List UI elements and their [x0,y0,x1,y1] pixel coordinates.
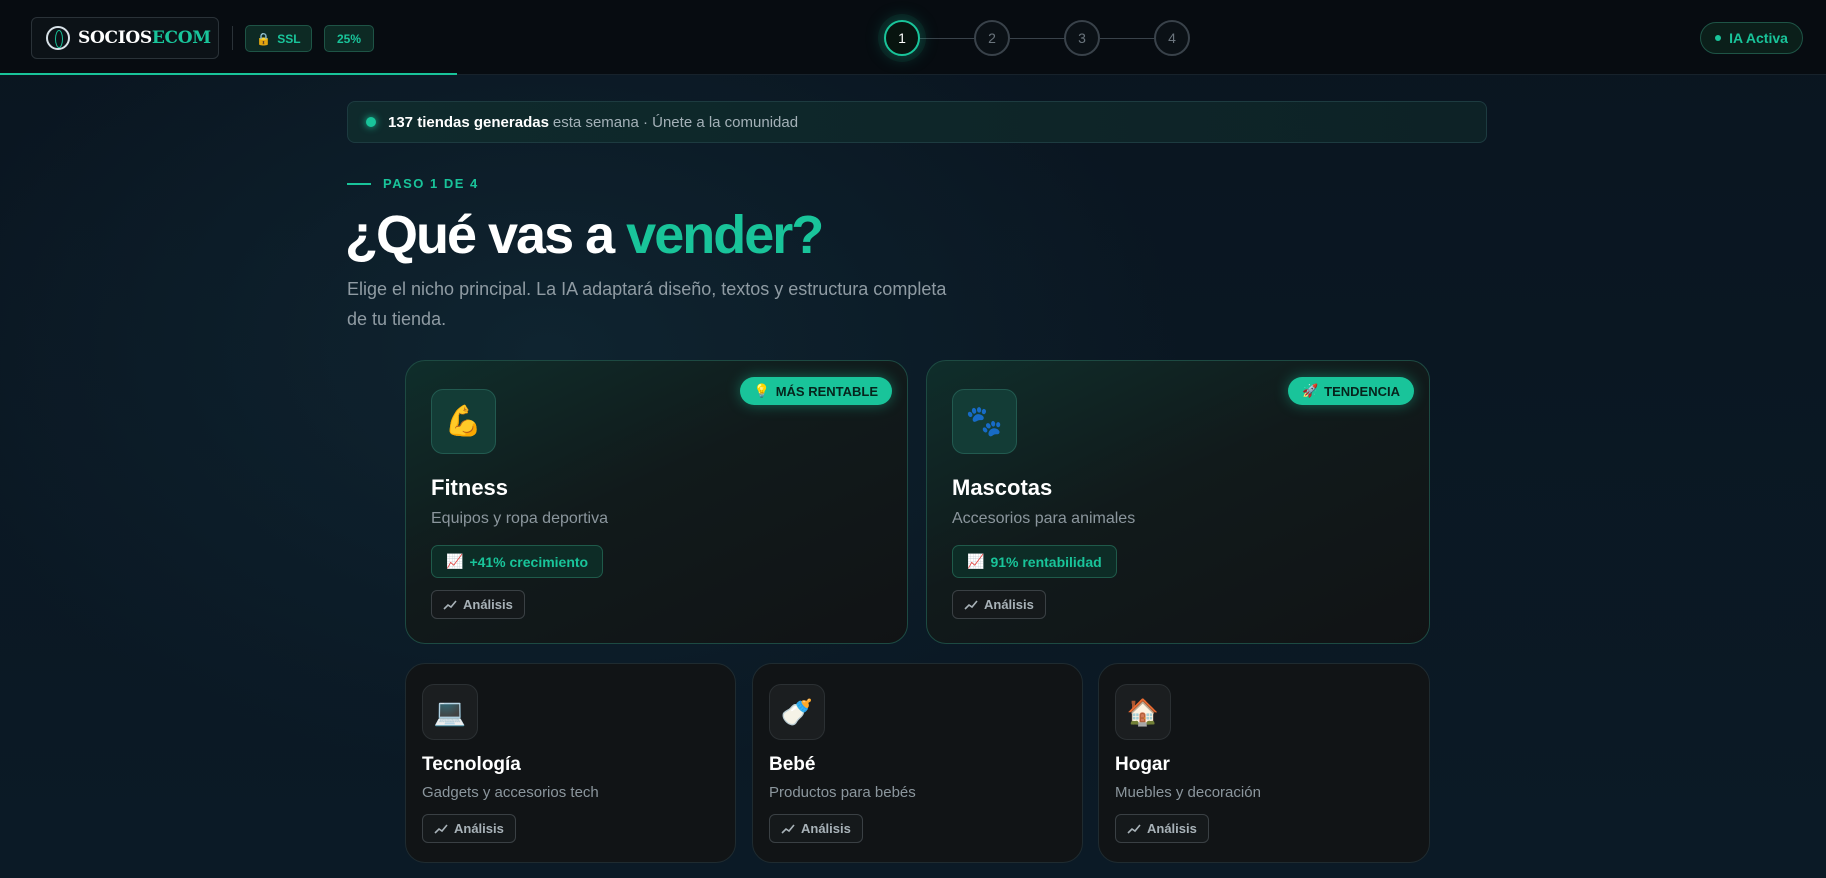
chart-up-icon: 📈 [967,553,985,569]
logo-text: SOCIOSECOM [78,28,211,48]
logo-text-part1: SOCIOS [78,28,152,48]
house-icon: 🏠 [1115,684,1171,740]
title-accent: vender? [626,205,824,265]
badge-label: MÁS RENTABLE [775,383,878,399]
niche-description: Gadgets y accesorios tech [422,784,599,801]
analysis-button[interactable]: Análisis [952,590,1046,619]
baby-bottle-icon: 🍼 [769,684,825,740]
community-banner: 137 tiendas generadas esta semana · Únet… [347,101,1487,143]
niche-description: Muebles y decoración [1115,784,1261,801]
step-eyebrow: PASO 1 DE 4 [347,176,479,191]
progress-percent-badge: 25% [324,25,374,52]
analysis-button[interactable]: Análisis [422,814,516,843]
niche-name: Hogar [1115,754,1170,775]
logo-mark-icon [46,26,70,50]
trend-icon [964,599,978,610]
niche-card-bebe[interactable]: 🍼 Bebé Productos para bebés Análisis [752,663,1083,863]
step-connector [1100,38,1156,39]
analysis-button[interactable]: Análisis [769,814,863,843]
analysis-label: Análisis [801,821,851,836]
top-header: SOCIOSECOM 🔒 SSL 25% 1 2 3 4 IA Activa [0,0,1826,75]
niche-name: Bebé [769,754,816,775]
eyebrow-line [347,182,371,185]
niche-description: Accesorios para animales [952,510,1136,527]
ia-status-label: IA Activa [1729,30,1788,46]
step-3[interactable]: 3 [1064,20,1100,56]
header-progress-bar [0,73,457,75]
analysis-button[interactable]: Análisis [1115,814,1209,843]
page-subtitle: Elige el nicho principal. La IA adaptará… [347,279,947,329]
eyebrow-label: PASO 1 DE 4 [383,176,479,191]
laptop-icon: 💻 [422,684,478,740]
progress-percent-label: 25% [336,31,362,46]
status-dot-icon [1715,35,1722,41]
analysis-label: Análisis [463,597,513,612]
analysis-label: Análisis [1147,821,1197,836]
chart-up-icon: 📈 [446,553,464,569]
analysis-button[interactable]: Análisis [431,590,525,619]
niche-name: Mascotas [952,475,1053,500]
logo[interactable]: SOCIOSECOM [31,17,219,59]
niche-card-tecnologia[interactable]: 💻 Tecnología Gadgets y accesorios tech A… [405,663,736,863]
most-profitable-badge: 💡 MÁS RENTABLE [739,377,892,405]
metric-label: 91% rentabilidad [990,553,1102,570]
niche-description: Equipos y ropa deportiva [431,510,608,527]
ssl-label: SSL [277,31,301,46]
step-2[interactable]: 2 [974,20,1010,56]
analysis-label: Análisis [454,821,504,836]
step-indicator: 1 2 3 4 [884,20,1190,58]
header-divider [232,26,233,50]
step-1[interactable]: 1 [884,20,920,56]
live-dot-icon [366,117,376,127]
step-connector [920,38,976,39]
trend-icon [443,599,457,610]
metric-label: +41% crecimiento [469,553,589,570]
analysis-label: Análisis [984,597,1034,612]
ia-status-pill[interactable]: IA Activa [1700,22,1803,54]
trend-icon [781,823,795,834]
banner-text: esta semana · Únete a la comunidad [552,113,799,131]
trending-badge: 🚀 TENDENCIA [1287,377,1414,405]
logo-text-part2: ECOM [151,28,211,48]
paw-prints-icon: 🐾 [952,389,1017,454]
profitability-metric: 📈 91% rentabilidad [952,545,1117,578]
step-4[interactable]: 4 [1154,20,1190,56]
lock-icon: 🔒 [256,31,272,46]
niche-card-mascotas[interactable]: 🚀 TENDENCIA 🐾 Mascotas Accesorios para a… [926,360,1430,644]
badge-label: TENDENCIA [1324,383,1400,399]
trend-icon [1127,823,1141,834]
step-connector [1010,38,1066,39]
flexed-bicep-icon: 💪 [431,389,496,454]
trend-icon [434,823,448,834]
lightbulb-icon: 💡 [753,383,770,398]
page-title: ¿Qué vas a vender? [345,204,824,266]
growth-metric: 📈 +41% crecimiento [431,545,604,578]
niche-description: Productos para bebés [769,784,916,801]
niche-name: Fitness [431,475,509,500]
niche-card-hogar[interactable]: 🏠 Hogar Muebles y decoración Análisis [1098,663,1430,863]
niche-card-fitness[interactable]: 💡 MÁS RENTABLE 💪 Fitness Equipos y ropa … [405,360,908,644]
niche-name: Tecnología [422,754,521,775]
rocket-icon: 🚀 [1301,383,1319,398]
ssl-badge: 🔒 SSL [245,25,312,52]
title-main: ¿Qué vas a [345,205,627,265]
banner-count: 137 tiendas generadas [388,113,549,131]
